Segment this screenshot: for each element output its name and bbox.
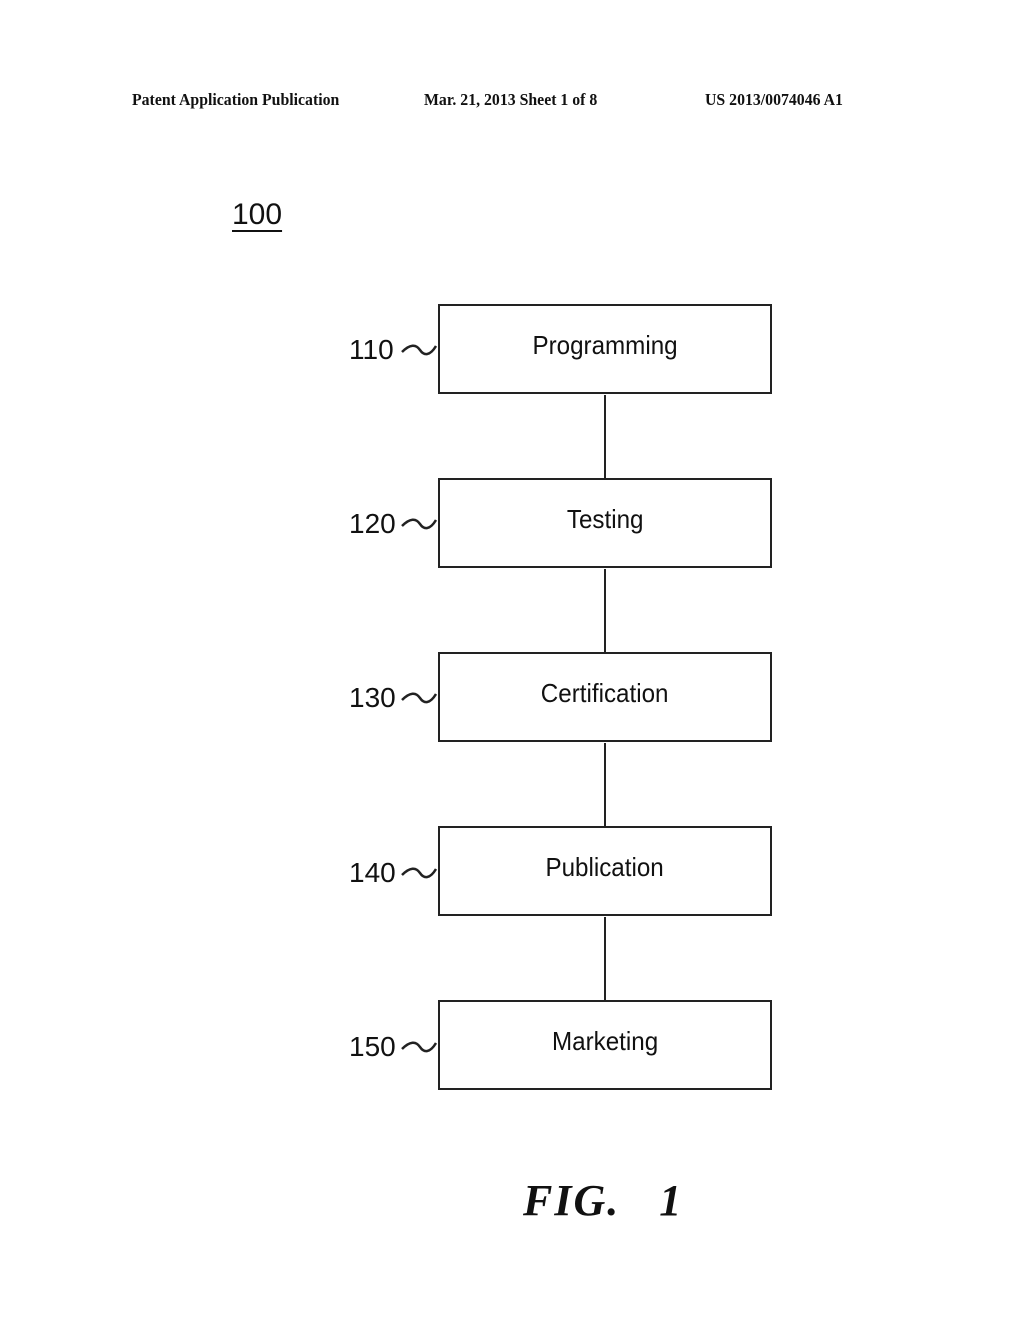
- step-box-certification: Certification: [438, 652, 772, 742]
- diagram-reference: 100: [232, 198, 283, 231]
- step-ref: 120: [349, 508, 396, 539]
- connector-120-130: [604, 569, 606, 653]
- leader-tilde-icon: [401, 867, 438, 879]
- publication-type: Patent Application Publication: [132, 90, 340, 109]
- figure-label: FIG. 1: [523, 1176, 684, 1225]
- connector-130-140: [604, 743, 606, 827]
- leader-tilde-icon: [401, 518, 438, 530]
- step-label: Publication: [545, 851, 665, 882]
- date-sheet: Mar. 21, 2013 Sheet 1 of 8: [424, 90, 598, 109]
- publication-number: US 2013/0074046 A1: [705, 90, 843, 109]
- step-ref: 150: [349, 1031, 396, 1062]
- step-box-marketing: Marketing: [438, 1000, 772, 1090]
- step-ref: 140: [349, 857, 396, 888]
- connector-140-150: [604, 917, 606, 1001]
- leader-tilde-icon: [401, 1041, 438, 1053]
- step-label: Programming: [532, 329, 678, 360]
- step-box-programming: Programming: [438, 304, 772, 394]
- step-label: Marketing: [551, 1025, 659, 1056]
- leader-tilde-icon: [401, 692, 438, 704]
- step-ref: 130: [349, 682, 396, 713]
- leader-tilde-icon: [401, 344, 438, 356]
- step-ref: 110: [349, 334, 394, 365]
- step-label: Certification: [541, 677, 669, 708]
- step-box-publication: Publication: [438, 826, 772, 916]
- step-label: Testing: [566, 503, 644, 534]
- connector-110-120: [604, 395, 606, 479]
- step-box-testing: Testing: [438, 478, 772, 568]
